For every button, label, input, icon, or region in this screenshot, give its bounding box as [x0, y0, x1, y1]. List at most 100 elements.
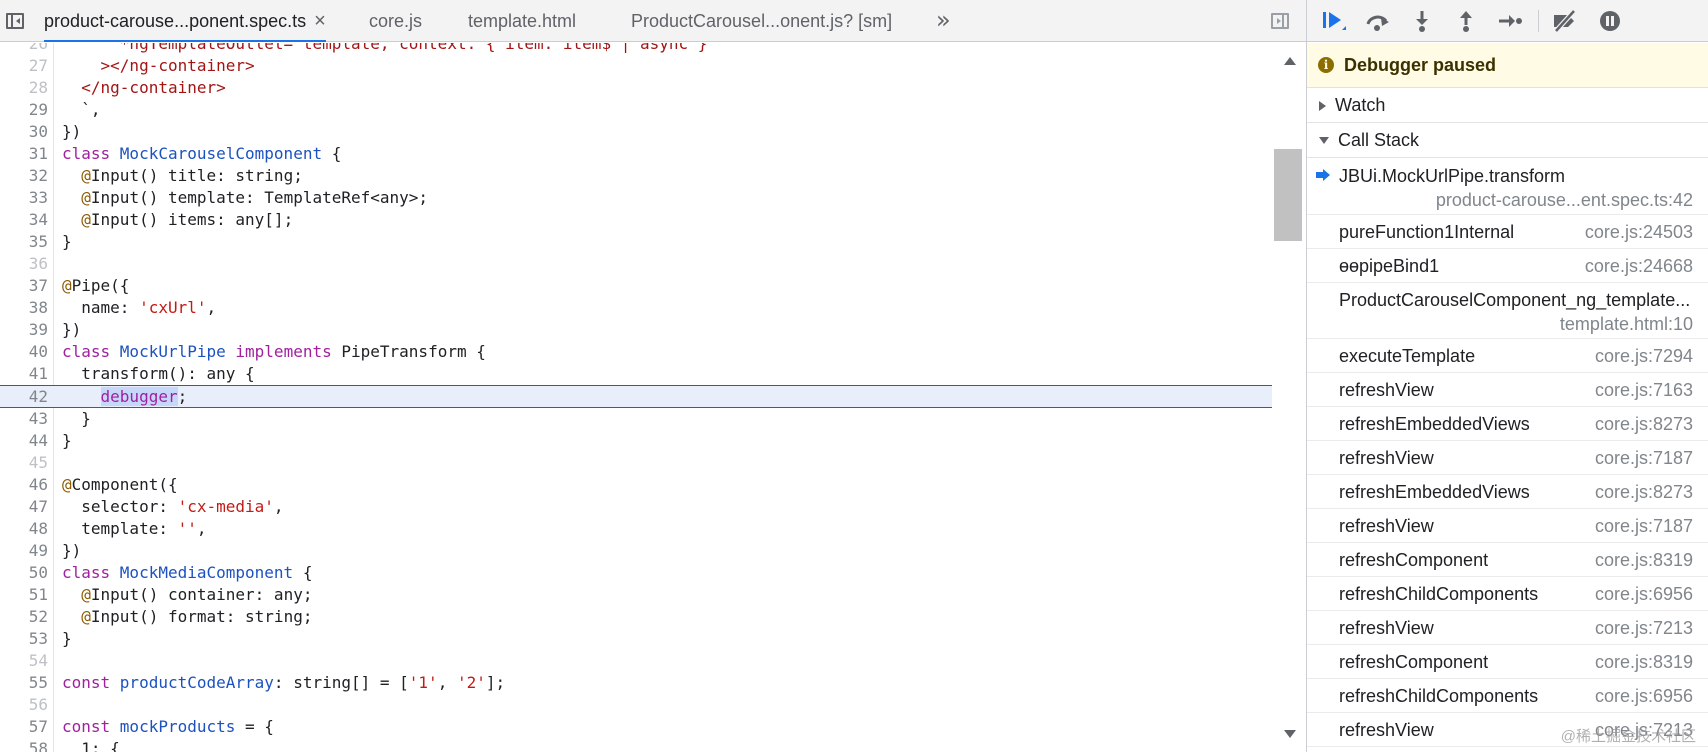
line-number[interactable]: 30	[0, 121, 48, 143]
code-line[interactable]: 57 const mockProducts = {	[0, 716, 1272, 738]
code-line[interactable]: 55 const productCodeArray: string[] = ['1…	[0, 672, 1272, 694]
call-frame[interactable]: refreshView core.js:7213	[1307, 611, 1708, 645]
line-number[interactable]: 44	[0, 430, 48, 452]
line-number[interactable]: 37	[0, 275, 48, 297]
code-line[interactable]: 48 template: '',	[0, 518, 1272, 540]
line-number[interactable]: 28	[0, 77, 48, 99]
call-frame[interactable]: refreshView core.js:7187	[1307, 509, 1708, 543]
code-line[interactable]: 39})	[0, 319, 1272, 341]
call-frame[interactable]: refreshEmbeddedViews core.js:8273	[1307, 407, 1708, 441]
code-line[interactable]: 28 </ng-container>	[0, 77, 1272, 99]
line-number[interactable]: 48	[0, 518, 48, 540]
call-frame[interactable]: refreshView core.js:7163	[1307, 373, 1708, 407]
frame-location[interactable]: core.js:8319	[1595, 652, 1693, 673]
frame-location[interactable]: core.js:8273	[1595, 414, 1693, 435]
code-line[interactable]: 45	[0, 452, 1272, 474]
step-into-icon[interactable]	[1407, 7, 1437, 35]
call-stack-section-header[interactable]: Call Stack	[1307, 124, 1708, 158]
frame-location[interactable]: product-carouse...ent.spec.ts:42	[1436, 190, 1693, 211]
pause-on-exceptions-icon[interactable]	[1595, 7, 1625, 35]
line-number[interactable]: 45	[0, 452, 48, 474]
watch-section-header[interactable]: Watch	[1307, 89, 1708, 123]
tab-product-carousel-js-sm[interactable]: ProductCarousel...onent.js? [sm]	[631, 0, 892, 42]
line-number[interactable]: 54	[0, 650, 48, 672]
editor-scrollbar[interactable]	[1272, 43, 1306, 752]
line-number[interactable]: 40	[0, 341, 48, 363]
line-number[interactable]: 31	[0, 143, 48, 165]
line-number[interactable]: 46	[0, 474, 48, 496]
step-out-icon[interactable]	[1451, 7, 1481, 35]
code-line[interactable]: 50 class MockMediaComponent {	[0, 562, 1272, 584]
code-line[interactable]: 40 class MockUrlPipe implements PipeTrans…	[0, 341, 1272, 363]
code-line[interactable]: 52 @Input() format: string;	[0, 606, 1272, 628]
code-line[interactable]: 43 }	[0, 408, 1272, 430]
call-frame[interactable]: refreshView core.js:7213	[1307, 713, 1708, 747]
call-frame[interactable]: refreshComponent core.js:8319	[1307, 645, 1708, 679]
frame-location[interactable]: core.js:8319	[1595, 550, 1693, 571]
code-line[interactable]: 38 name: 'cxUrl',	[0, 297, 1272, 319]
call-frame[interactable]: refreshChildComponents core.js:6956	[1307, 577, 1708, 611]
frame-location[interactable]: template.html:10	[1560, 314, 1693, 335]
code-line[interactable]: 54	[0, 650, 1272, 672]
frame-location[interactable]: core.js:8273	[1595, 482, 1693, 503]
frame-location[interactable]: core.js:6956	[1595, 686, 1693, 707]
line-number[interactable]: 53	[0, 628, 48, 650]
line-number[interactable]: 55	[0, 672, 48, 694]
code-line[interactable]: 53}	[0, 628, 1272, 650]
frame-location[interactable]: core.js:7187	[1595, 448, 1693, 469]
call-frame[interactable]: refreshView core.js:7187	[1307, 441, 1708, 475]
call-frame[interactable]: refreshComponent core.js:8319	[1307, 543, 1708, 577]
call-frame-current[interactable]: JBUi.MockUrlPipe.transform product-carous…	[1307, 159, 1708, 215]
line-number[interactable]: 39	[0, 319, 48, 341]
line-number[interactable]: 35	[0, 231, 48, 253]
line-number[interactable]: 51	[0, 584, 48, 606]
line-number[interactable]: 41	[0, 363, 48, 385]
code-line[interactable]: 29 `,	[0, 99, 1272, 121]
current-execution-line[interactable]: 42 debugger;	[0, 385, 1272, 408]
code-line[interactable]: 34 @Input() items: any[];	[0, 209, 1272, 231]
line-number[interactable]: 36	[0, 253, 48, 275]
call-frame[interactable]: executeTemplate core.js:7294	[1307, 339, 1708, 373]
line-number[interactable]: 49	[0, 540, 48, 562]
frame-location[interactable]: core.js:7294	[1595, 346, 1693, 367]
scrollbar-thumb[interactable]	[1274, 149, 1302, 241]
line-number[interactable]: 47	[0, 496, 48, 518]
frame-location[interactable]: core.js:24668	[1585, 256, 1693, 277]
line-number[interactable]: 26	[0, 43, 48, 55]
step-over-icon[interactable]	[1363, 7, 1393, 35]
close-icon[interactable]: ×	[314, 0, 326, 42]
code-line[interactable]: 47 selector: 'cx-media',	[0, 496, 1272, 518]
line-number[interactable]: 27	[0, 55, 48, 77]
line-number[interactable]: 29	[0, 99, 48, 121]
code-editor[interactable]: 26 *ngTemplateOutlet="template; context:…	[0, 43, 1272, 752]
code-line[interactable]: 51 @Input() container: any;	[0, 584, 1272, 606]
scroll-down-icon[interactable]	[1284, 730, 1296, 738]
code-line[interactable]: 26 *ngTemplateOutlet="template; context:…	[0, 43, 1272, 55]
call-frame[interactable]: ɵɵpipeBind1 core.js:24668	[1307, 249, 1708, 283]
code-line[interactable]: 44}	[0, 430, 1272, 452]
toggle-navigator-icon[interactable]	[0, 0, 30, 42]
code-line[interactable]: 41 transform(): any {	[0, 363, 1272, 385]
line-number[interactable]: 43	[0, 408, 48, 430]
resume-icon[interactable]	[1319, 7, 1349, 35]
code-line[interactable]: 56	[0, 694, 1272, 716]
code-line[interactable]: 27 ></ng-container>	[0, 55, 1272, 77]
line-number[interactable]: 58	[0, 738, 48, 752]
frame-location[interactable]: core.js:24503	[1585, 222, 1693, 243]
code-line[interactable]: 32 @Input() title: string;	[0, 165, 1272, 187]
call-frame[interactable]: refreshEmbeddedViews core.js:8273	[1307, 475, 1708, 509]
frame-location[interactable]: core.js:7163	[1595, 380, 1693, 401]
tab-core-js[interactable]: core.js	[369, 0, 422, 42]
line-number[interactable]: 34	[0, 209, 48, 231]
tab-template-html[interactable]: template.html	[468, 0, 576, 42]
line-number[interactable]: 38	[0, 297, 48, 319]
line-number[interactable]: 32	[0, 165, 48, 187]
code-line[interactable]: 49})	[0, 540, 1272, 562]
frame-location[interactable]: core.js:7187	[1595, 516, 1693, 537]
code-line[interactable]: 30})	[0, 121, 1272, 143]
code-line[interactable]: 31 class MockCarouselComponent {	[0, 143, 1272, 165]
frame-location[interactable]: core.js:7213	[1595, 720, 1693, 741]
frame-location[interactable]: core.js:6956	[1595, 584, 1693, 605]
more-tabs-icon[interactable]: »	[936, 0, 951, 42]
tab-product-carousel-spec[interactable]: product-carouse...ponent.spec.ts ×	[44, 0, 326, 42]
